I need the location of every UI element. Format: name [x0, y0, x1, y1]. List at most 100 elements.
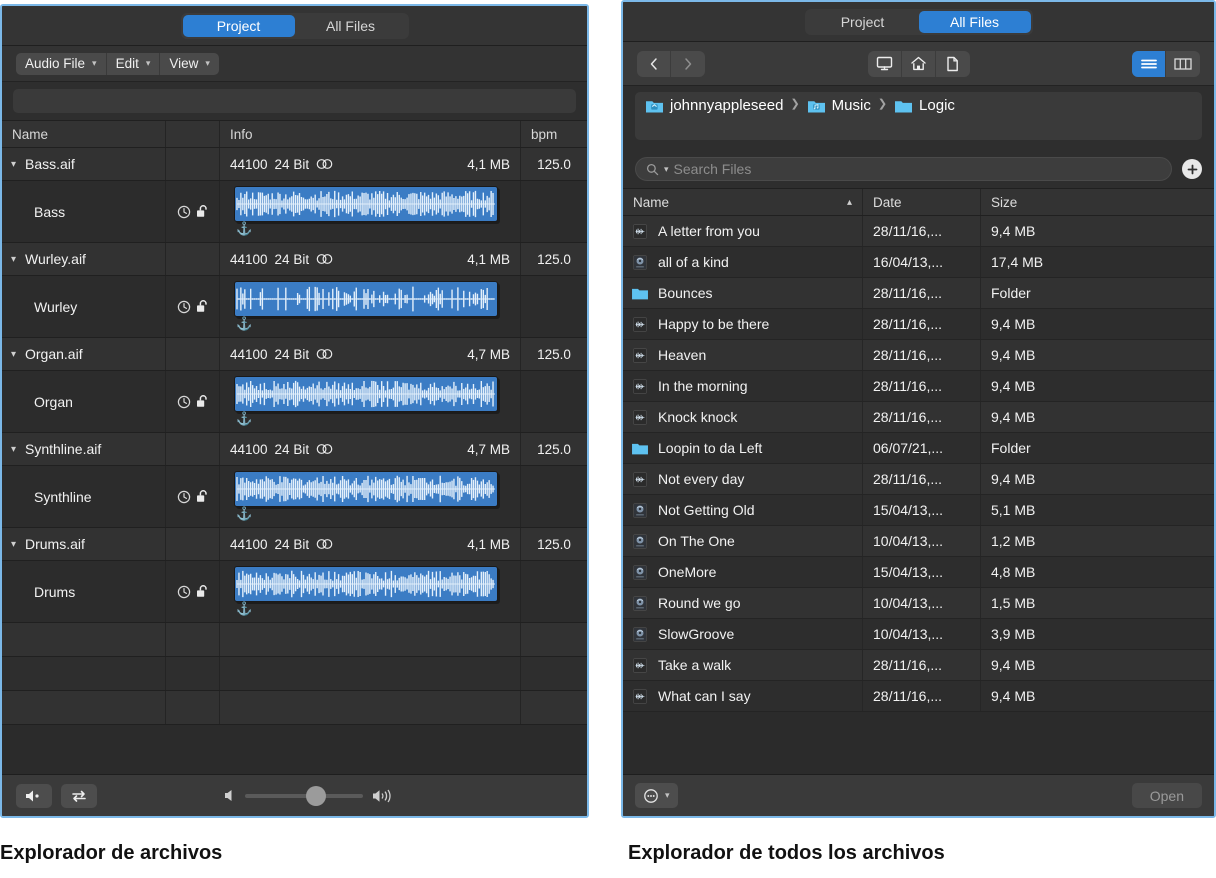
breadcrumb-item-music[interactable]: Music: [807, 97, 871, 114]
audio-file-name-cell[interactable]: ▾ Wurley.aif: [2, 243, 166, 275]
forward-button[interactable]: [671, 51, 705, 77]
actions-menu-button[interactable]: ▾: [635, 783, 678, 808]
list-view-button[interactable]: [1132, 50, 1166, 77]
file-row[interactable]: Round we go 10/04/13,... 1,5 MB: [623, 588, 1214, 619]
file-row[interactable]: SlowGroove 10/04/13,... 3,9 MB: [623, 619, 1214, 650]
file-name-cell[interactable]: Round we go: [623, 588, 863, 618]
empty-row[interactable]: [2, 623, 587, 657]
tab-all-files[interactable]: All Files: [295, 15, 407, 37]
audio-region-row[interactable]: Wurley ⚓: [2, 276, 587, 338]
file-row[interactable]: Happy to be there 28/11/16,... 9,4 MB: [623, 309, 1214, 340]
breadcrumb-item-home[interactable]: johnnyappleseed: [645, 97, 783, 114]
empty-row[interactable]: [2, 691, 587, 725]
waveform-region[interactable]: [234, 471, 498, 507]
disclosure-triangle-icon[interactable]: ▾: [8, 539, 19, 550]
file-row[interactable]: Knock knock 28/11/16,... 9,4 MB: [623, 402, 1214, 433]
audio-file-row[interactable]: ▾ Drums.aif 44100 24 Bit 4,1 MB 125.0: [2, 528, 587, 561]
empty-row[interactable]: [2, 657, 587, 691]
file-row[interactable]: A letter from you 28/11/16,... 9,4 MB: [623, 216, 1214, 247]
audio-region-row[interactable]: Bass ⚓: [2, 181, 587, 243]
audio-file-row[interactable]: ▾ Bass.aif 44100 24 Bit 4,1 MB 125.0: [2, 148, 587, 181]
disclosure-triangle-icon[interactable]: ▾: [8, 254, 19, 265]
add-button[interactable]: [1182, 159, 1202, 179]
computer-button[interactable]: [868, 50, 902, 77]
volume-slider[interactable]: [245, 785, 363, 806]
file-row[interactable]: Take a walk 28/11/16,... 9,4 MB: [623, 650, 1214, 681]
file-name-cell[interactable]: A letter from you: [623, 216, 863, 246]
audio-file-name-cell[interactable]: ▾ Synthline.aif: [2, 433, 166, 465]
audio-file-name-cell[interactable]: ▾ Organ.aif: [2, 338, 166, 370]
region-waveform-cell[interactable]: ⚓: [220, 276, 521, 337]
column-header-bpm[interactable]: bpm: [521, 121, 587, 147]
file-name-cell[interactable]: What can I say: [623, 681, 863, 711]
region-name-cell[interactable]: Drums: [2, 561, 166, 622]
file-name-cell[interactable]: In the morning: [623, 371, 863, 401]
file-name-cell[interactable]: Not Getting Old: [623, 495, 863, 525]
menu-view[interactable]: View ▾: [160, 53, 219, 75]
tab-project[interactable]: Project: [807, 11, 919, 33]
region-waveform-cell[interactable]: ⚓: [220, 181, 521, 242]
waveform-region[interactable]: [234, 186, 498, 222]
home-button[interactable]: [902, 50, 936, 77]
volume-slider-knob[interactable]: [306, 785, 326, 806]
column-header-name[interactable]: Name ▴: [623, 189, 863, 215]
column-header-size[interactable]: Size: [981, 189, 1214, 215]
file-name-cell[interactable]: Knock knock: [623, 402, 863, 432]
file-name-cell[interactable]: Bounces: [623, 278, 863, 308]
prelisten-button[interactable]: [16, 783, 52, 808]
file-name-cell[interactable]: Take a walk: [623, 650, 863, 680]
file-name-cell[interactable]: all of a kind: [623, 247, 863, 277]
audio-region-row[interactable]: Organ ⚓: [2, 371, 587, 433]
file-row[interactable]: Heaven 28/11/16,... 9,4 MB: [623, 340, 1214, 371]
region-name-cell[interactable]: Organ: [2, 371, 166, 432]
waveform-region[interactable]: [234, 566, 498, 602]
back-button[interactable]: [637, 50, 671, 77]
tab-project[interactable]: Project: [182, 14, 295, 37]
waveform-region[interactable]: [234, 376, 498, 412]
file-row[interactable]: On The One 10/04/13,... 1,2 MB: [623, 526, 1214, 557]
file-row[interactable]: OneMore 15/04/13,... 4,8 MB: [623, 557, 1214, 588]
search-files-input[interactable]: ▾ Search Files: [635, 157, 1172, 181]
column-header-date[interactable]: Date: [863, 189, 981, 215]
column-header-info[interactable]: Info: [220, 121, 521, 147]
waveform-region[interactable]: [234, 281, 498, 317]
file-name-cell[interactable]: Not every day: [623, 464, 863, 494]
region-name-cell[interactable]: Synthline: [2, 466, 166, 527]
menu-edit[interactable]: Edit ▾: [107, 52, 161, 75]
file-row[interactable]: Not Getting Old 15/04/13,... 5,1 MB: [623, 495, 1214, 526]
chevron-down-icon[interactable]: ▾: [664, 164, 669, 174]
disclosure-triangle-icon[interactable]: ▾: [8, 349, 19, 360]
disclosure-triangle-icon[interactable]: ▾: [8, 444, 19, 455]
file-name-cell[interactable]: Loopin to da Left: [623, 433, 863, 463]
menu-audio-file[interactable]: Audio File ▾: [16, 52, 107, 75]
file-row[interactable]: In the morning 28/11/16,... 9,4 MB: [623, 371, 1214, 402]
left-search-input[interactable]: [13, 89, 576, 113]
tab-all-files[interactable]: All Files: [918, 10, 1031, 33]
region-waveform-cell[interactable]: ⚓: [220, 466, 521, 527]
disclosure-triangle-icon[interactable]: ▾: [8, 159, 19, 170]
region-name-cell[interactable]: Bass: [2, 181, 166, 242]
loop-button[interactable]: [61, 783, 97, 808]
audio-file-row[interactable]: ▾ Synthline.aif 44100 24 Bit 4,7 MB 125.…: [2, 433, 587, 466]
file-name-cell[interactable]: On The One: [623, 526, 863, 556]
file-row[interactable]: What can I say 28/11/16,... 9,4 MB: [623, 681, 1214, 712]
open-button[interactable]: Open: [1131, 783, 1202, 808]
file-row[interactable]: Not every day 28/11/16,... 9,4 MB: [623, 464, 1214, 495]
file-name-cell[interactable]: Happy to be there: [623, 309, 863, 339]
audio-file-name-cell[interactable]: ▾ Bass.aif: [2, 148, 166, 180]
breadcrumb-item-logic[interactable]: Logic: [894, 97, 955, 114]
audio-file-row[interactable]: ▾ Wurley.aif 44100 24 Bit 4,1 MB 125.0: [2, 243, 587, 276]
audio-file-name-cell[interactable]: ▾ Drums.aif: [2, 528, 166, 560]
audio-file-row[interactable]: ▾ Organ.aif 44100 24 Bit 4,7 MB 125.0: [2, 338, 587, 371]
region-name-cell[interactable]: Wurley: [2, 276, 166, 337]
audio-region-row[interactable]: Synthline ⚓: [2, 466, 587, 528]
column-header-name[interactable]: Name: [2, 121, 166, 147]
audio-region-row[interactable]: Drums ⚓: [2, 561, 587, 623]
file-row[interactable]: Bounces 28/11/16,... Folder: [623, 278, 1214, 309]
document-button[interactable]: [936, 51, 970, 77]
region-waveform-cell[interactable]: ⚓: [220, 371, 521, 432]
file-row[interactable]: Loopin to da Left 06/07/21,... Folder: [623, 433, 1214, 464]
region-waveform-cell[interactable]: ⚓: [220, 561, 521, 622]
file-name-cell[interactable]: Heaven: [623, 340, 863, 370]
file-name-cell[interactable]: OneMore: [623, 557, 863, 587]
